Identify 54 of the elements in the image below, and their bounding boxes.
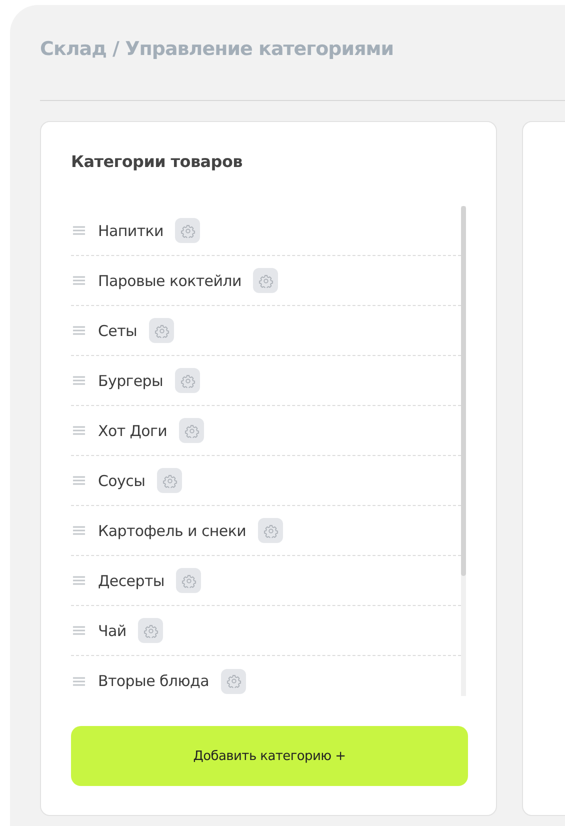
settings-icon [162,474,177,488]
drag-handle-icon[interactable] [73,326,85,335]
settings-button[interactable] [253,268,278,293]
category-name: Картофель и снеки [98,522,246,540]
settings-button[interactable] [175,218,200,243]
category-name: Хот Доги [98,422,168,440]
settings-icon [180,374,195,388]
category-row[interactable]: Сеты [71,306,462,356]
settings-button[interactable] [149,318,174,343]
settings-icon [226,674,240,688]
settings-button[interactable] [176,568,202,593]
drag-handle-icon[interactable] [73,526,85,535]
category-row[interactable]: Хот Доги [71,406,462,456]
drag-handle-icon[interactable] [73,576,85,585]
category-row[interactable]: Соусы [71,456,462,506]
category-name: Десерты [98,572,164,590]
settings-icon [144,624,158,638]
breadcrumb-title: Склад / Управление категориями [40,37,395,62]
drag-handle-icon[interactable] [73,426,85,435]
category-row[interactable]: Вторые блюда [71,656,462,696]
category-name: Вторые блюда [98,672,209,690]
category-name: Сеты [98,322,138,340]
category-row[interactable]: Напитки [71,206,462,256]
settings-button[interactable] [221,668,246,694]
drag-handle-icon[interactable] [73,476,85,485]
settings-button[interactable] [138,618,164,643]
add-category-button[interactable]: Добавить категорию + [71,726,468,786]
settings-icon [154,324,169,338]
scrollbar[interactable] [461,206,466,696]
settings-icon [264,524,278,538]
drag-handle-icon[interactable] [73,676,85,686]
settings-button[interactable] [175,368,200,393]
category-row[interactable]: Бургеры [71,356,462,406]
settings-button[interactable] [179,418,204,443]
category-name: Напитки [98,222,164,240]
card-title: Категории товаров [71,152,244,173]
drag-handle-icon[interactable] [73,626,85,635]
category-row[interactable]: Чай [71,606,462,656]
settings-icon [180,224,195,238]
category-name: Соусы [98,472,146,490]
settings-button[interactable] [258,518,284,543]
category-row[interactable]: Десерты [71,556,462,606]
drag-handle-icon[interactable] [73,276,85,285]
category-name: Бургеры [98,372,164,390]
category-name: Паровые коктейли [98,272,242,290]
category-row[interactable]: Картофель и снеки [71,506,462,556]
category-row[interactable]: Паровые коктейли [71,256,462,306]
category-name: Чай [98,622,126,640]
settings-icon [258,274,273,288]
drag-handle-icon[interactable] [73,376,85,385]
drag-handle-icon[interactable] [73,226,85,235]
settings-button[interactable] [157,468,182,493]
settings-icon [184,424,199,438]
settings-icon [182,574,196,588]
